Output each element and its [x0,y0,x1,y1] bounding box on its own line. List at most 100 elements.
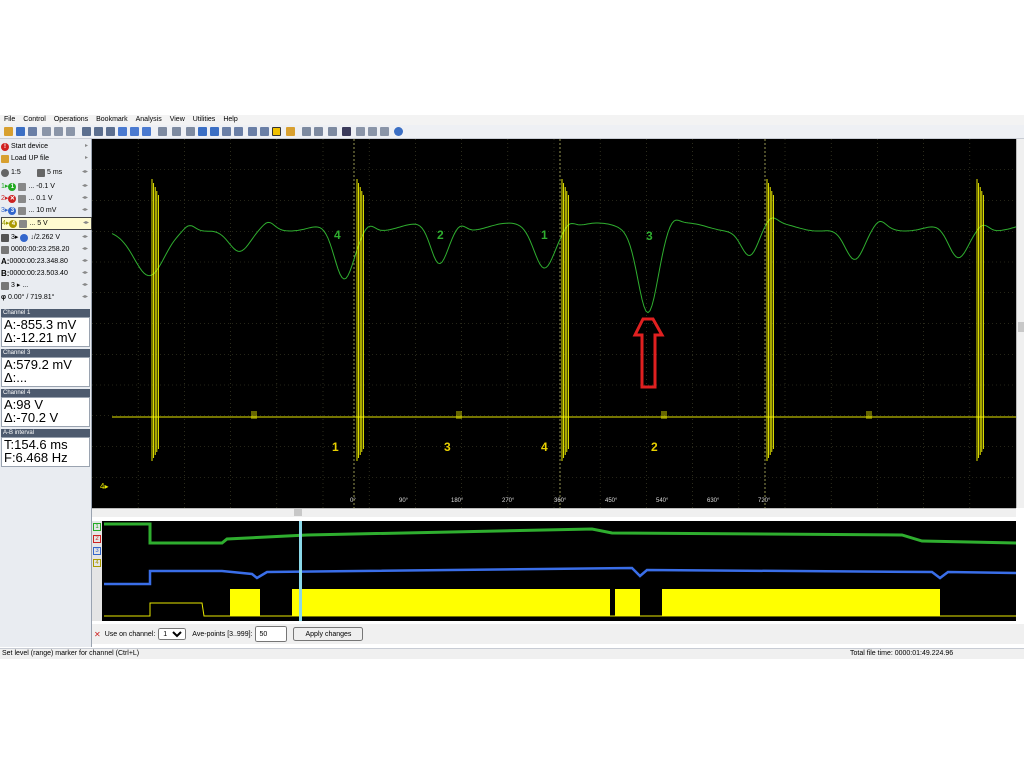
ch4-on-icon[interactable]: 4 [9,219,18,228]
overview-ch1-icon[interactable]: 1 [93,523,101,531]
overview-ch3-icon[interactable]: 3 [93,547,101,555]
ch3-probe-icon[interactable] [18,206,27,215]
yellow-label: 2 [651,440,658,454]
trigger-time: 0000:00:23.258.20 [11,246,70,253]
save-icon[interactable] [16,127,25,136]
zoom-area-icon[interactable] [248,127,257,136]
channel-2-row[interactable]: 2▸ ✕ ... 0.1 V ◂▸ [1,193,90,204]
about-icon[interactable] [394,127,403,136]
cursor-icon[interactable] [82,127,91,136]
channel-4-row[interactable]: 4▸ 4 ... 5 V ◂▸ [1,217,92,230]
status-hint: Set level (range) marker for channel (Ct… [2,650,140,657]
menu-utilities[interactable]: Utilities [189,115,220,125]
tile-icon[interactable] [368,127,377,136]
range-icon[interactable] [106,127,115,136]
marker-icon[interactable] [94,127,103,136]
stepper-icon[interactable]: ◂▸ [82,292,88,303]
print-icon[interactable] [28,127,37,136]
zoom-control[interactable]: 1:5 5 ms ◂▸ [1,167,90,178]
trigger-mode-icon[interactable] [20,233,29,242]
stepper-icon[interactable]: ◂▸ [82,193,88,204]
vertical-scroll-thumb[interactable] [1018,322,1024,332]
check-all-icon[interactable] [210,127,219,136]
stepper-icon[interactable]: ◂▸ [82,280,88,291]
import-icon[interactable] [234,127,243,136]
stepper-icon[interactable]: ◂▸ [82,181,88,192]
overview-ch2-icon[interactable]: 2 [93,535,101,543]
ch2-probe-icon[interactable] [18,194,27,203]
channel-select[interactable]: 1 [158,628,187,640]
overview-ch4-icon[interactable]: 4 [93,559,101,567]
green-label: 3 [646,229,653,243]
channel-1-row[interactable]: 1▸ 1 ... -0.1 V ◂▸ [1,181,90,192]
channel-select-row[interactable]: 3 ▸ ... ◂▸ [1,280,90,291]
waveform-canvas[interactable]: 4 2 1 3 1 3 4 2 4▸ 0° 90° 180° 270° 360°… [92,139,1017,508]
check-icon[interactable] [198,127,207,136]
marker-b-row[interactable]: B: 0000:00:23.503.40 ◂▸ [1,268,90,279]
menu-analysis[interactable]: Analysis [132,115,166,125]
copy-all-icon[interactable] [54,127,63,136]
overview-position-marker[interactable] [299,521,302,621]
horizontal-scroll-thumb[interactable] [294,509,302,516]
redo-icon[interactable] [130,127,139,136]
up-arrow-annotation [632,317,665,389]
menu-bookmark[interactable]: Bookmark [92,115,132,125]
stepper-icon[interactable]: ◂▸ [83,218,89,229]
bookmark-icon[interactable] [286,127,295,136]
window-icon[interactable] [356,127,365,136]
menu-operations[interactable]: Operations [50,115,92,125]
start-device-button[interactable]: ! Start device ▸ [1,141,90,152]
align-icon[interactable] [302,127,311,136]
cylinder-labels-yellow: 1 3 4 2 [332,440,658,454]
stepper-icon[interactable]: ◂▸ [82,205,88,216]
ch4-probe-icon[interactable] [19,219,28,228]
ch1-probe-icon[interactable] [18,182,27,191]
stepper-icon[interactable]: ◂▸ [82,244,88,255]
oscilloscope-display[interactable]: 4 2 1 3 1 3 4 2 4▸ 0° 90° 180° 270° 360°… [92,139,1017,508]
avepoints-input[interactable] [255,626,288,642]
layout-icon[interactable] [328,127,337,136]
grid-icon[interactable] [186,127,195,136]
ch1-on-icon[interactable]: 1 [8,182,17,191]
stepper-icon[interactable]: ◂▸ [82,256,88,267]
trigger-time-row[interactable]: 0000:00:23.258.20 ◂▸ [1,244,90,255]
overview-display[interactable] [92,521,1017,621]
view-icon[interactable] [158,127,167,136]
auto-scale-icon[interactable] [272,127,281,136]
marker-a-row[interactable]: A: 0000:00:23.348.80 ◂▸ [1,256,90,267]
stepper-icon[interactable]: ◂▸ [82,268,88,279]
menu-control[interactable]: Control [19,115,50,125]
ch3-on-icon[interactable]: 3 [8,206,17,215]
stepper-icon[interactable]: ◂▸ [82,232,88,243]
export-icon[interactable] [222,127,231,136]
ch2-off-icon[interactable]: ✕ [8,194,17,203]
degree-tick: 0° [350,498,356,504]
timebase-icon [37,168,45,177]
menu-view[interactable]: View [166,115,189,125]
trigger-row[interactable]: 3▸ ↓/2.262 V ◂▸ [1,232,90,243]
degree-tick: 360° [554,498,567,504]
overview-yellow-burst [292,589,610,616]
menu-file[interactable]: File [0,115,19,125]
apply-changes-button[interactable]: Apply changes [293,627,364,641]
open-folder-icon[interactable] [4,127,13,136]
cascade-icon[interactable] [380,127,389,136]
load-file-button[interactable]: Load UP file ▸ [1,153,90,164]
channel-3-row[interactable]: 3▸ 3 ... 10 mV ◂▸ [1,205,90,216]
split-icon[interactable] [314,127,323,136]
overview-canvas[interactable] [92,521,1017,621]
close-icon[interactable]: ✕ [94,630,101,639]
vertical-scrollbar[interactable] [1016,139,1024,508]
undo-icon[interactable] [118,127,127,136]
copy-icon[interactable] [42,127,51,136]
menu-help[interactable]: Help [219,115,241,125]
stepper-icon[interactable]: ◂▸ [82,167,88,178]
refresh-icon[interactable] [142,127,151,136]
zoom-fit-icon[interactable] [260,127,269,136]
phase-row[interactable]: φ 0.00° / 719.81° ◂▸ [1,292,90,303]
channels-icon[interactable] [342,127,351,136]
dropdown-icon[interactable] [172,127,181,136]
paste-icon[interactable] [66,127,75,136]
horizontal-scrollbar[interactable] [92,508,1016,517]
menu-bar: File Control Operations Bookmark Analysi… [0,115,1024,125]
